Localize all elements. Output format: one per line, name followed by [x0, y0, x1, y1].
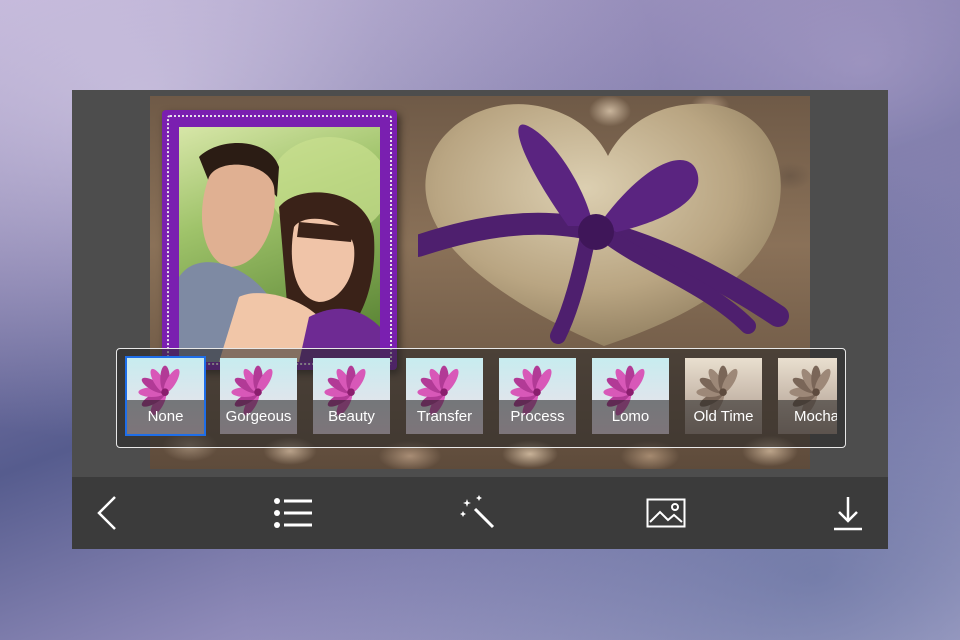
effects-button[interactable]	[443, 477, 515, 549]
list-icon	[274, 498, 312, 528]
download-icon	[834, 497, 862, 531]
filter-item[interactable]: None	[125, 356, 206, 436]
filter-label: Beauty	[313, 400, 390, 434]
filter-item[interactable]: Beauty	[311, 356, 392, 436]
filter-item[interactable]: Lomo	[590, 356, 671, 436]
frames-list-button[interactable]	[257, 477, 329, 549]
filter-label: Gorgeous	[220, 400, 297, 434]
background-button[interactable]	[630, 477, 702, 549]
heart-stone-image	[418, 103, 789, 346]
filter-label: Mocha	[778, 400, 837, 434]
filter-item[interactable]: Mocha	[776, 356, 837, 436]
couple-photo-image	[179, 137, 380, 362]
filter-item[interactable]: Old Time	[683, 356, 764, 436]
filter-label: Transfer	[406, 400, 483, 434]
filter-strip: None Gorgeous Beauty Transfer Process Lo…	[116, 348, 846, 448]
back-button[interactable]	[72, 477, 144, 549]
filter-item[interactable]: Gorgeous	[218, 356, 299, 436]
couple-photo[interactable]	[179, 127, 380, 362]
filter-label: Old Time	[685, 400, 762, 434]
filter-item[interactable]: Transfer	[404, 356, 485, 436]
filter-label: Lomo	[592, 400, 669, 434]
filter-item[interactable]: Process	[497, 356, 578, 436]
editor-window: None Gorgeous Beauty Transfer Process Lo…	[72, 90, 888, 549]
purple-photo-frame[interactable]	[162, 110, 397, 370]
filter-label: Process	[499, 400, 576, 434]
back-arrow-icon	[97, 496, 116, 530]
bottom-toolbar	[72, 477, 888, 549]
magic-wand-icon	[460, 495, 495, 529]
filter-list[interactable]: None Gorgeous Beauty Transfer Process Lo…	[125, 356, 837, 440]
save-download-button[interactable]	[812, 477, 884, 549]
filter-label: None	[127, 400, 204, 434]
image-icon	[646, 498, 686, 528]
